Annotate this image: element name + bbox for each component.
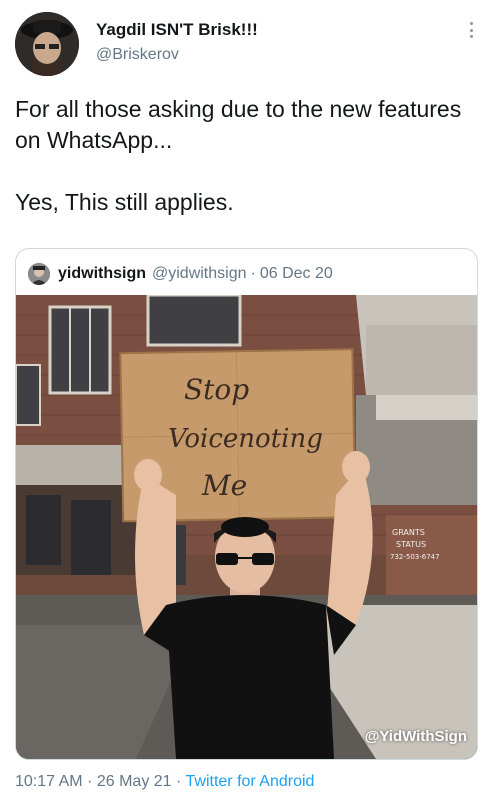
tweet-text: For all those asking due to the new feat…: [15, 94, 477, 218]
quoted-date: 06 Dec 20: [259, 265, 333, 282]
tweet-text-line-2: Yes, This still applies.: [15, 189, 234, 215]
sign-line-3: Me: [201, 469, 247, 502]
quoted-tweet[interactable]: yidwithsign @yidwithsign · 06 Dec 20 Sto…: [15, 248, 478, 760]
tweet-date[interactable]: 26 May 21: [97, 773, 172, 790]
tweet-meta: 10:17 AM · 26 May 21 · Twitter for Andro…: [15, 773, 315, 790]
photo-watermark: @YidWithSign: [364, 728, 467, 745]
wall-sign-line-2: STATUS: [396, 540, 426, 549]
quoted-avatar: [28, 263, 50, 285]
tweet-source-link[interactable]: Twitter for Android: [186, 773, 315, 790]
author-display-name[interactable]: Yagdil ISN'T Brisk!!!: [96, 20, 258, 40]
wall-sign-line-3: 732-503-6747: [390, 553, 440, 561]
quoted-handle: @yidwithsign: [152, 265, 247, 282]
wall-sign-line-1: GRANTS: [392, 528, 425, 537]
quoted-photo[interactable]: Stop Voicenoting Me GRANTS STATUS 732-50…: [16, 295, 477, 759]
author-handle[interactable]: @Briskerov: [96, 46, 179, 64]
tweet-time[interactable]: 10:17 AM: [15, 773, 83, 790]
tweet-text-line-1: For all those asking due to the new feat…: [15, 96, 462, 153]
author-avatar[interactable]: [15, 12, 79, 76]
quoted-tweet-header: yidwithsign @yidwithsign · 06 Dec 20: [28, 263, 333, 285]
more-vertical-icon[interactable]: [462, 18, 480, 42]
sign-line-2: Voicenoting: [168, 424, 323, 454]
sign-line-1: Stop: [184, 373, 249, 406]
quoted-name: yidwithsign: [58, 265, 146, 282]
